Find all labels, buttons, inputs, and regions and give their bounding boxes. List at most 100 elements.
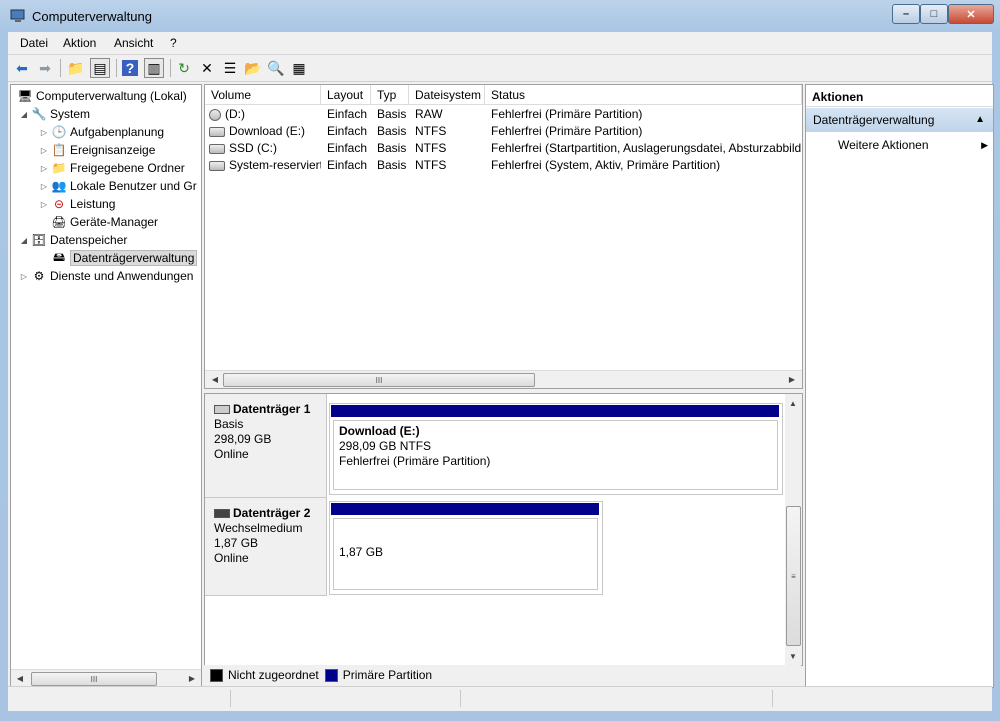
tree-item-lokale-benutzer[interactable]: ▷ 👥 Lokale Benutzer und Gr (39, 177, 197, 195)
removable-drive-icon (209, 108, 221, 121)
computer-management-icon: 🖥 (17, 89, 33, 103)
removable-disk-icon (214, 509, 230, 518)
tree-item-ereignisanzeige[interactable]: ▷ 📋 Ereignisanzeige (39, 141, 155, 159)
status-segment (460, 690, 461, 707)
toolbar: ⬅ ➡ 📁 ▤ ? ▥ ↻ ✕ ☰ 📂 🔍 ▦ (8, 55, 992, 82)
tree-label: Ereignisanzeige (70, 143, 156, 157)
collapsed-arrow-icon[interactable]: ▷ (19, 272, 29, 281)
disk-name: Datenträger 2 (233, 506, 311, 520)
forward-arrow-icon[interactable]: ➡ (35, 58, 55, 78)
column-header-dateisystem[interactable]: Dateisystem (409, 85, 485, 105)
status-cell: Fehlerfrei (Primäre Partition) (491, 107, 643, 121)
show-tree-icon[interactable]: ▤ (90, 58, 110, 78)
column-header-status[interactable]: Status (485, 85, 802, 105)
scroll-right-icon[interactable]: ▶ (784, 371, 800, 387)
title-bar[interactable]: Computerverwaltung – □ ✕ (0, 0, 1000, 32)
disk-label-2[interactable]: Datenträger 2 Wechselmedium 1,87 GB Onli… (205, 498, 327, 596)
tree-item-datenspeicher[interactable]: ◢ 🗄 Datenspeicher (19, 231, 127, 249)
layout-cell: Einfach (327, 141, 368, 155)
scroll-down-icon[interactable]: ▼ (785, 648, 801, 664)
disk-icon (214, 405, 230, 414)
tree-item-aufgabenplanung[interactable]: ▷ 🕒 Aufgabenplanung (39, 123, 164, 141)
rescan-disks-icon[interactable]: ▦ (289, 58, 309, 78)
tree-item-leistung[interactable]: ▷ ⊝ Leistung (39, 195, 115, 213)
open-icon[interactable]: 📂 (243, 58, 263, 78)
scroll-left-icon[interactable]: ◀ (207, 371, 223, 387)
partition-block-2[interactable]: 1,87 GB (329, 501, 603, 595)
back-arrow-icon[interactable]: ⬅ (12, 58, 32, 78)
expanded-arrow-icon[interactable]: ◢ (19, 236, 29, 245)
menu-datei[interactable]: Datei (20, 36, 48, 50)
tree-item-freigegebene-ordner[interactable]: ▷ 📁 Freigegebene Ordner (39, 159, 185, 177)
tree-item-system[interactable]: ◢ 🔧 System (19, 105, 90, 123)
close-button[interactable]: ✕ (948, 4, 994, 24)
show-action-pane-icon[interactable]: ▥ (144, 58, 164, 78)
performance-icon: ⊝ (53, 197, 65, 211)
refresh-icon[interactable]: ↻ (174, 58, 194, 78)
collapsed-arrow-icon[interactable]: ▷ (39, 182, 49, 191)
action-weitere-aktionen[interactable]: Weitere Aktionen ▶ (838, 135, 988, 155)
tree-horizontal-scrollbar[interactable]: ◀ III ▶ (11, 669, 201, 687)
type-cell: Basis (377, 124, 407, 138)
primary-partition-bar (331, 405, 779, 417)
drive-icon (209, 160, 225, 171)
column-header-volume[interactable]: Volume (205, 85, 321, 105)
volume-cell: (D:) (209, 106, 319, 123)
scroll-up-icon[interactable]: ▲ (785, 395, 801, 411)
type-cell: Basis (377, 107, 407, 121)
tree-label: Lokale Benutzer und Gr (70, 179, 197, 193)
tree-label: System (50, 107, 91, 121)
partition-block-1[interactable]: Download (E:) 298,09 GB NTFS Fehlerfrei … (329, 403, 783, 495)
collapsed-arrow-icon[interactable]: ▷ (39, 200, 49, 209)
delete-icon[interactable]: ✕ (197, 58, 217, 78)
drive-icon (209, 143, 225, 154)
collapsed-arrow-icon[interactable]: ▷ (39, 128, 49, 137)
disk-name-row: Datenträger 2 (214, 506, 326, 521)
menu-aktion[interactable]: Aktion (63, 36, 96, 50)
legend-label-unallocated: Nicht zugeordnet (228, 668, 319, 682)
scroll-thumb[interactable]: ≡ (786, 506, 801, 646)
status-cell: Fehlerfrei (System, Aktiv, Primäre Parti… (491, 158, 721, 172)
volume-name: Download (E:) (229, 124, 306, 138)
tree-item-dienste[interactable]: ▷ ⚙ Dienste und Anwendungen (19, 267, 194, 285)
computer-management-icon (10, 9, 25, 22)
tree-item-geraete-manager[interactable]: 🖨 Geräte-Manager (39, 213, 158, 231)
status-cell: Fehlerfrei (Primäre Partition) (491, 124, 643, 138)
search-icon[interactable]: 🔍 (266, 58, 286, 78)
volume-cell: Download (E:) (209, 123, 319, 140)
scroll-right-icon[interactable]: ▶ (184, 670, 200, 686)
toolbar-separator (116, 59, 117, 77)
menu-help[interactable]: ? (170, 36, 177, 50)
scroll-left-icon[interactable]: ◀ (12, 670, 28, 686)
disk-view-vertical-scrollbar[interactable]: ▲ ≡ ▼ (785, 394, 802, 665)
collapse-up-icon[interactable]: ▲ (975, 108, 985, 132)
actions-pane: Aktionen Datenträgerverwaltung ▲ Weitere… (805, 84, 994, 688)
up-folder-icon[interactable]: 📁 (66, 58, 86, 78)
collapsed-arrow-icon[interactable]: ▷ (39, 146, 49, 155)
tree-label: Datenspeicher (50, 233, 128, 247)
properties-icon[interactable]: ☰ (220, 58, 240, 78)
submenu-arrow-icon: ▶ (981, 140, 988, 150)
menu-ansicht[interactable]: Ansicht (114, 36, 153, 50)
collapsed-arrow-icon[interactable]: ▷ (39, 164, 49, 173)
tree-item-datentraegerverwaltung[interactable]: 🖴 Datenträgerverwaltung (39, 249, 198, 267)
filesystem-cell: RAW (415, 107, 443, 121)
services-icon: ⚙ (33, 269, 45, 283)
disk-label-1[interactable]: Datenträger 1 Basis 298,09 GB Online (205, 394, 327, 498)
maximize-icon: □ (930, 8, 938, 20)
expanded-arrow-icon[interactable]: ◢ (19, 110, 29, 119)
scroll-thumb[interactable]: III (31, 672, 157, 686)
help-icon[interactable]: ? (122, 60, 138, 76)
column-header-layout[interactable]: Layout (321, 85, 371, 105)
toolbar-separator (170, 59, 171, 77)
column-header-typ[interactable]: Typ (371, 85, 409, 105)
tree-item-root[interactable]: 🖥 Computerverwaltung (Lokal) (15, 87, 186, 105)
maximize-button[interactable]: □ (920, 4, 948, 24)
storage-icon: 🗄 (31, 233, 47, 247)
minimize-button[interactable]: – (892, 4, 920, 24)
actions-section-datentraegerverwaltung[interactable]: Datenträgerverwaltung ▲ (806, 108, 993, 132)
list-horizontal-scrollbar[interactable]: ◀ III ▶ (205, 370, 802, 388)
filesystem-cell: NTFS (415, 141, 447, 155)
scroll-thumb[interactable]: III (223, 373, 535, 387)
drive-icon (209, 126, 225, 137)
